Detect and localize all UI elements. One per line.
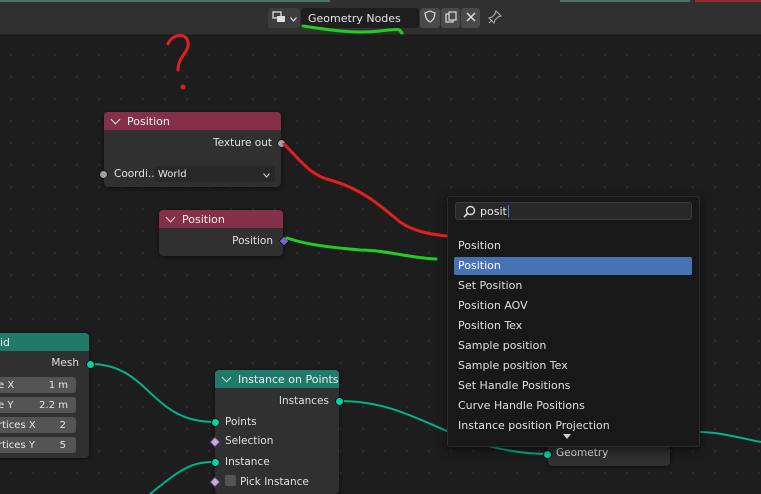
- annotation-layer: [166, 24, 448, 261]
- red-link-annotation: [282, 142, 448, 238]
- question-mark-annotation: [166, 34, 190, 72]
- green-underline-annotation: [301, 24, 404, 35]
- green-link-annotation: [285, 236, 438, 261]
- question-mark-dot: [180, 84, 186, 90]
